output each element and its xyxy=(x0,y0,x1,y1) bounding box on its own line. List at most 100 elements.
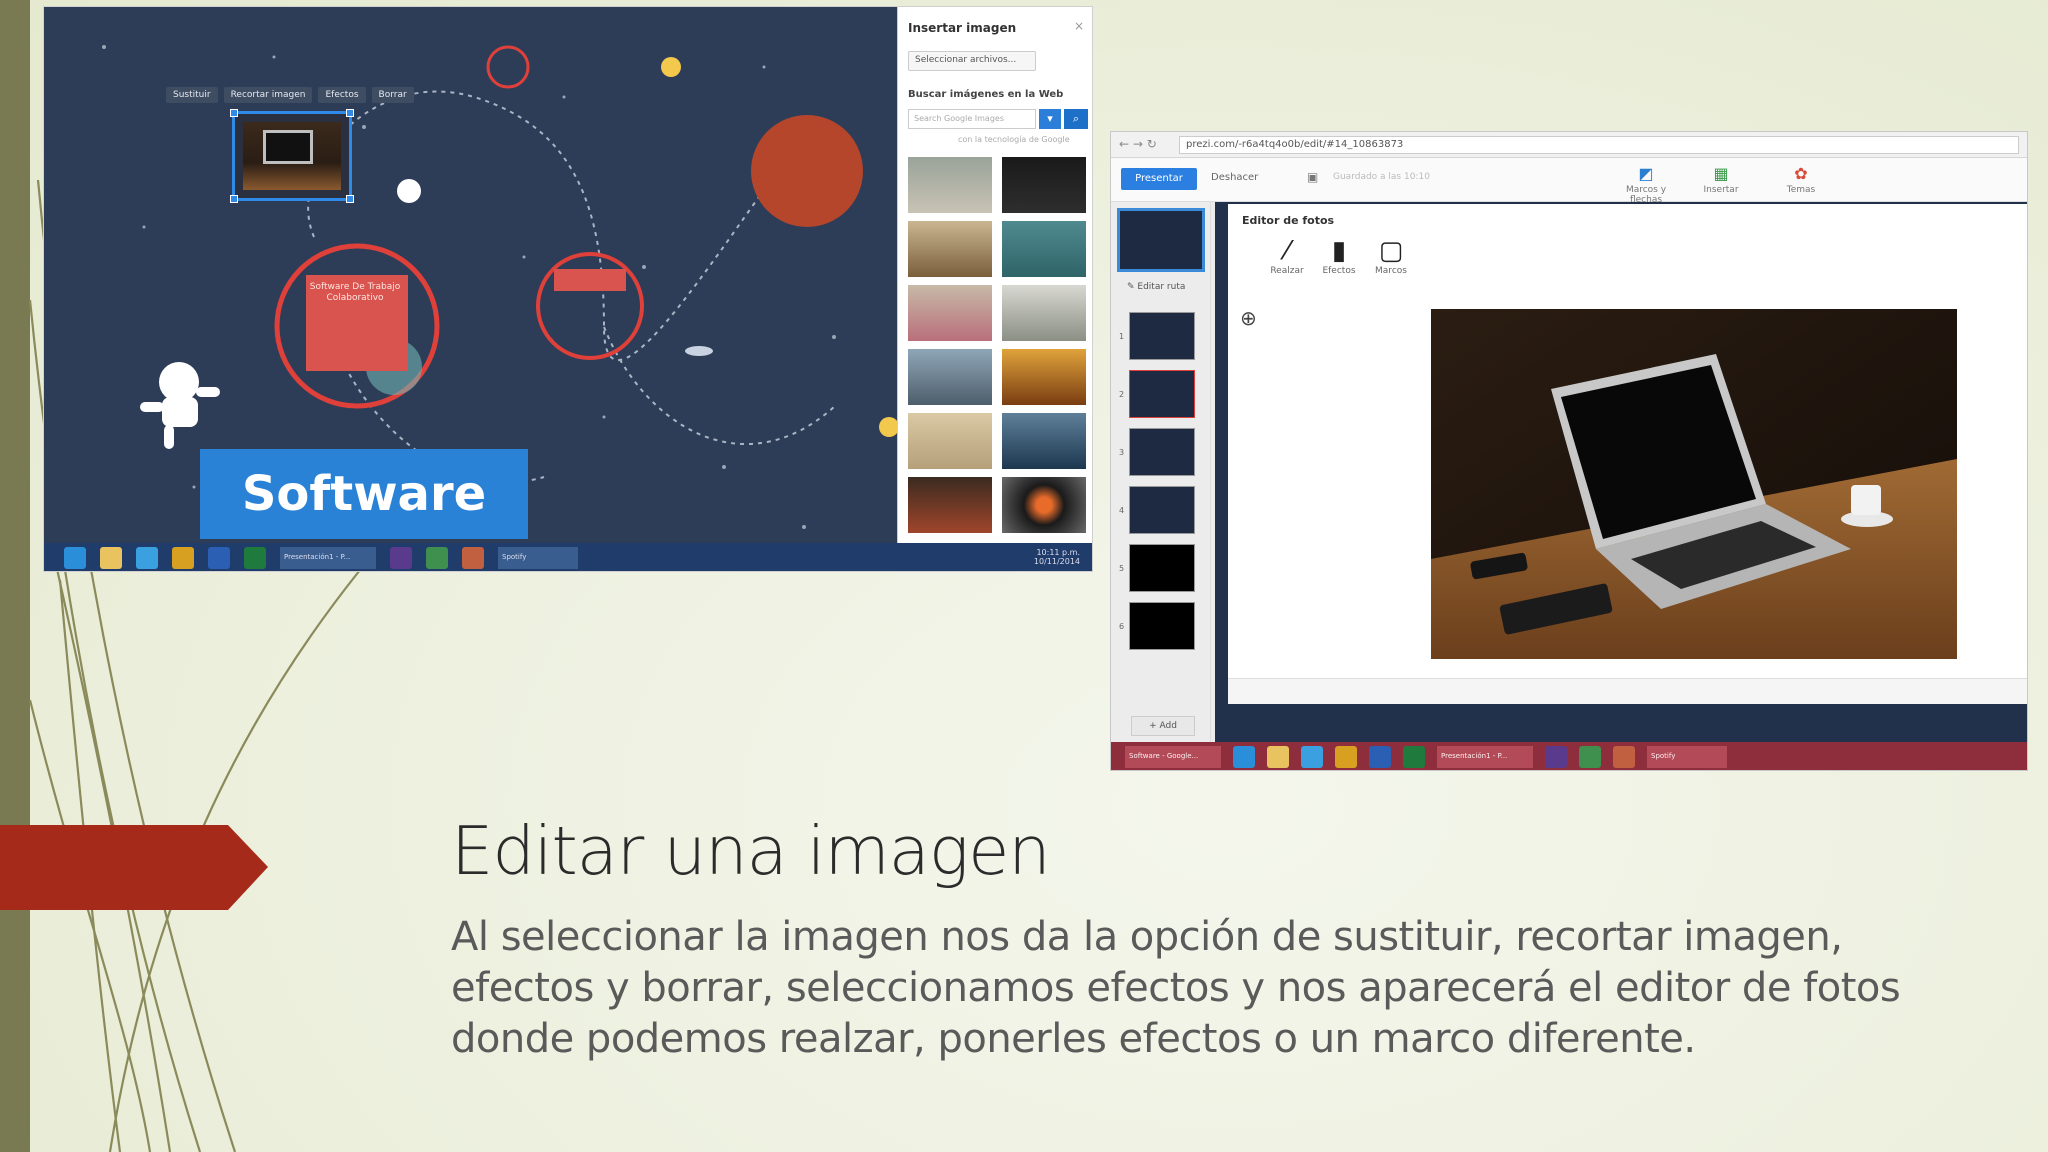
frames-tool[interactable]: ▢ Marcos xyxy=(1366,236,1416,276)
path-step[interactable] xyxy=(1129,428,1195,476)
image-search-input[interactable]: Search Google Images xyxy=(908,109,1036,129)
image-result[interactable] xyxy=(908,221,992,277)
image-result[interactable] xyxy=(908,349,992,405)
zoom-icon[interactable]: ⊕ xyxy=(1240,306,1257,330)
folder-icon[interactable] xyxy=(1267,746,1289,768)
path-sidebar: ✎ Editar ruta 1 2 3 4 5 6 + Add xyxy=(1111,202,1211,742)
add-step-button[interactable]: + Add xyxy=(1131,716,1195,736)
path-step[interactable] xyxy=(1129,544,1195,592)
app-icon[interactable] xyxy=(136,547,158,569)
effects-icon: ▮ xyxy=(1331,236,1347,266)
excel-icon[interactable] xyxy=(244,547,266,569)
effects-tool[interactable]: ▮ Efectos xyxy=(1314,236,1364,276)
google-attribution: con la tecnología de Google xyxy=(958,135,1070,144)
step-number: 2 xyxy=(1119,390,1125,399)
path-step[interactable] xyxy=(1129,602,1195,650)
software-banner[interactable]: Software xyxy=(200,449,528,539)
themes-button[interactable]: ✿ Temas xyxy=(1766,164,1836,195)
app-icon[interactable] xyxy=(390,547,412,569)
publisher-icon[interactable] xyxy=(426,547,448,569)
panel-title: Insertar imagen xyxy=(908,21,1017,35)
selected-image[interactable] xyxy=(230,109,354,203)
saved-status: Guardado a las 10:10 xyxy=(1333,172,1430,182)
circle-topic-title: Software De Trabajo Colaborativo xyxy=(309,282,401,303)
app-icon[interactable] xyxy=(1545,746,1567,768)
image-result[interactable] xyxy=(1002,221,1086,277)
google-icon[interactable]: ▾ xyxy=(1039,109,1061,129)
web-search-label: Buscar imágenes en la Web xyxy=(908,89,1064,100)
app-icon[interactable] xyxy=(172,547,194,569)
folder-icon[interactable] xyxy=(100,547,122,569)
chrome-window[interactable]: Software - Google... xyxy=(1125,746,1221,768)
frames-arrows-button[interactable]: ◩ Marcos y flechas xyxy=(1611,164,1681,205)
insert-image-panel: Insertar imagen × Seleccionar archivos..… xyxy=(897,7,1092,543)
windows-taskbar: Presentación1 - P... Spotify 10:11 p.m. … xyxy=(44,543,1092,571)
slide-title: Editar una imagen xyxy=(451,812,1051,890)
magic-wand-icon: ⁄ xyxy=(1284,236,1290,266)
prezi-insert-image-screenshot: Sustituir Recortar imagen Efectos Borrar… xyxy=(43,6,1093,572)
image-result[interactable] xyxy=(908,157,992,213)
spotify-window[interactable]: Spotify xyxy=(1647,746,1727,768)
spotify-window[interactable]: Spotify xyxy=(498,547,578,569)
close-icon[interactable]: × xyxy=(1074,19,1084,33)
delete-button[interactable]: Borrar xyxy=(371,87,414,103)
slide-body-text: Al seleccionar la imagen nos da la opció… xyxy=(451,914,1901,1062)
step-number: 5 xyxy=(1119,564,1125,573)
ie-icon[interactable] xyxy=(64,547,86,569)
image-result[interactable] xyxy=(908,477,992,533)
insert-button[interactable]: ▦ Insertar xyxy=(1686,164,1756,195)
prezi-photo-editor-screenshot: ← → ↻ prezi.com/-r6a4tq4o0b/edit/#14_108… xyxy=(1110,131,2028,771)
image-result[interactable] xyxy=(1002,477,1086,533)
resize-handle[interactable] xyxy=(230,109,238,117)
path-step[interactable] xyxy=(1129,370,1195,418)
enhance-tool[interactable]: ⁄ Realzar xyxy=(1262,236,1312,276)
excel-icon[interactable] xyxy=(1403,746,1425,768)
image-result[interactable] xyxy=(1002,349,1086,405)
word-icon[interactable] xyxy=(208,547,230,569)
nav-buttons-icon[interactable]: ← → ↻ xyxy=(1119,137,1157,151)
app-icon[interactable] xyxy=(1301,746,1323,768)
search-icon[interactable]: ⌕ xyxy=(1064,109,1088,129)
powerpoint-window[interactable]: Presentación1 - P... xyxy=(1437,746,1533,768)
image-results-grid xyxy=(908,157,1088,533)
path-step-overview[interactable] xyxy=(1117,208,1205,272)
clock: 10:11 p.m. 10/11/2014 xyxy=(1034,548,1080,567)
image-result[interactable] xyxy=(1002,413,1086,469)
prezi-canvas: Sustituir Recortar imagen Efectos Borrar… xyxy=(44,7,897,543)
step-number: 3 xyxy=(1119,448,1125,457)
frames-label: Marcos xyxy=(1375,266,1407,276)
replace-button[interactable]: Sustituir xyxy=(166,87,218,103)
insert-icon: ▦ xyxy=(1713,164,1729,183)
crop-image-button[interactable]: Recortar imagen xyxy=(223,87,313,103)
app-icon[interactable] xyxy=(1335,746,1357,768)
undo-button[interactable]: Deshacer xyxy=(1211,172,1258,183)
image-result[interactable] xyxy=(908,413,992,469)
themes-label: Temas xyxy=(1786,185,1816,195)
prezi-toolbar: Presentar Deshacer ▣ Guardado a las 10:1… xyxy=(1111,158,2027,205)
edited-photo xyxy=(1431,309,1957,659)
edit-path-button[interactable]: ✎ Editar ruta xyxy=(1127,282,1185,292)
save-icon[interactable]: ▣ xyxy=(1307,170,1318,184)
word-icon[interactable] xyxy=(1369,746,1391,768)
resize-handle[interactable] xyxy=(346,195,354,203)
path-step[interactable] xyxy=(1129,486,1195,534)
paint-icon[interactable] xyxy=(1613,746,1635,768)
path-step[interactable] xyxy=(1129,312,1195,360)
enhance-label: Realzar xyxy=(1270,266,1304,276)
ie-icon[interactable] xyxy=(1233,746,1255,768)
select-files-button[interactable]: Seleccionar archivos... xyxy=(908,51,1036,71)
resize-handle[interactable] xyxy=(346,109,354,117)
image-result[interactable] xyxy=(1002,285,1086,341)
image-result[interactable] xyxy=(1002,157,1086,213)
frame-icon: ▢ xyxy=(1378,236,1404,266)
powerpoint-window[interactable]: Presentación1 - P... xyxy=(280,547,376,569)
resize-handle[interactable] xyxy=(230,195,238,203)
url-field[interactable]: prezi.com/-r6a4tq4o0b/edit/#14_10863873 xyxy=(1179,136,2019,154)
publisher-icon[interactable] xyxy=(1579,746,1601,768)
add-step-label: Add xyxy=(1159,721,1177,731)
effects-button[interactable]: Efectos xyxy=(318,87,366,103)
paint-icon[interactable] xyxy=(462,547,484,569)
frames-icon: ◩ xyxy=(1638,164,1654,183)
image-result[interactable] xyxy=(908,285,992,341)
present-button[interactable]: Presentar xyxy=(1121,168,1197,190)
